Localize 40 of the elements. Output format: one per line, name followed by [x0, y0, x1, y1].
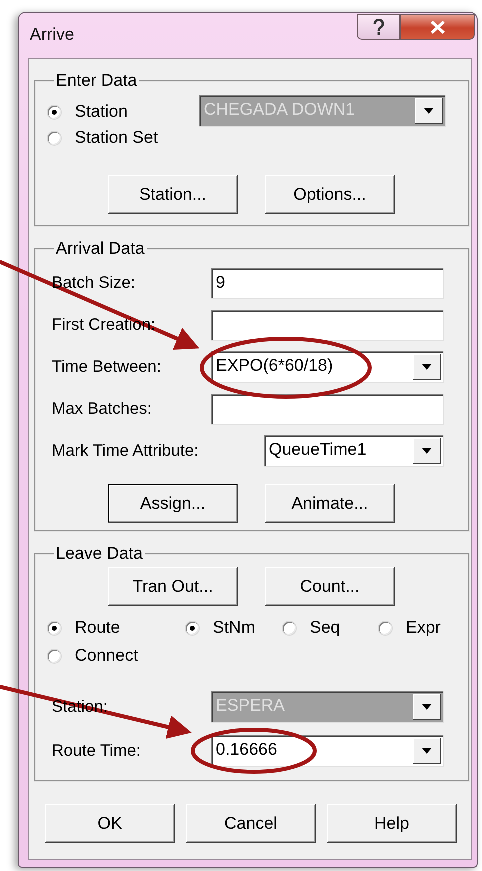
radio-button[interactable]: Connect — [48, 643, 186, 669]
dialog-button[interactable]: Tran Out... — [108, 567, 238, 606]
dialog-button[interactable]: Options... — [265, 175, 395, 214]
radio-button[interactable]: Station — [48, 99, 158, 125]
field-label: Batch Size: — [52, 274, 136, 292]
radio-button[interactable]: Seq — [283, 615, 379, 641]
dropdown-field[interactable]: QueueTime1 — [264, 435, 444, 467]
dropdown-field[interactable]: EXPO(6*60/18) — [211, 351, 444, 383]
dropdown-arrow-icon — [422, 704, 432, 710]
dropdown-arrow-icon — [424, 108, 434, 114]
field-label: Mark Time Attribute: — [52, 442, 199, 460]
group-title: Enter Data — [55, 71, 138, 91]
radio-button[interactable]: Expr — [379, 615, 444, 641]
radio-button[interactable]: Route — [48, 615, 186, 641]
help-icon — [372, 18, 384, 36]
radio-button[interactable]: StNm — [186, 615, 283, 641]
group-title: Arrival Data — [55, 239, 146, 259]
dialog-button[interactable]: Cancel — [186, 804, 316, 843]
dropdown-arrow-icon — [422, 364, 432, 370]
field-label: Time Between: — [52, 358, 162, 376]
dropdown-field[interactable]: 0.16666 — [211, 735, 444, 767]
dropdown-arrow-icon — [422, 448, 432, 454]
radio-button[interactable]: Station Set — [48, 125, 158, 151]
input-field[interactable] — [211, 310, 444, 340]
dialog-button[interactable]: Station... — [108, 175, 238, 214]
dropdown-arrow-icon — [422, 748, 432, 754]
input-field[interactable]: 9 — [211, 268, 444, 298]
help-button[interactable] — [357, 14, 400, 40]
close-button[interactable] — [400, 14, 475, 40]
dialog-button[interactable]: Assign... — [108, 484, 238, 523]
field-label: Max Batches: — [52, 400, 152, 418]
dialog-button[interactable]: Count... — [265, 567, 395, 606]
dialog-button[interactable]: OK — [45, 804, 175, 843]
dialog-button[interactable]: Animate... — [265, 484, 395, 523]
group-title: Leave Data — [55, 544, 144, 564]
close-icon — [430, 20, 446, 34]
window-title: Arrive — [30, 25, 74, 45]
input-field[interactable] — [211, 394, 444, 424]
dialog-button[interactable]: Help — [327, 804, 457, 843]
field-label: Route Time: — [52, 742, 141, 760]
